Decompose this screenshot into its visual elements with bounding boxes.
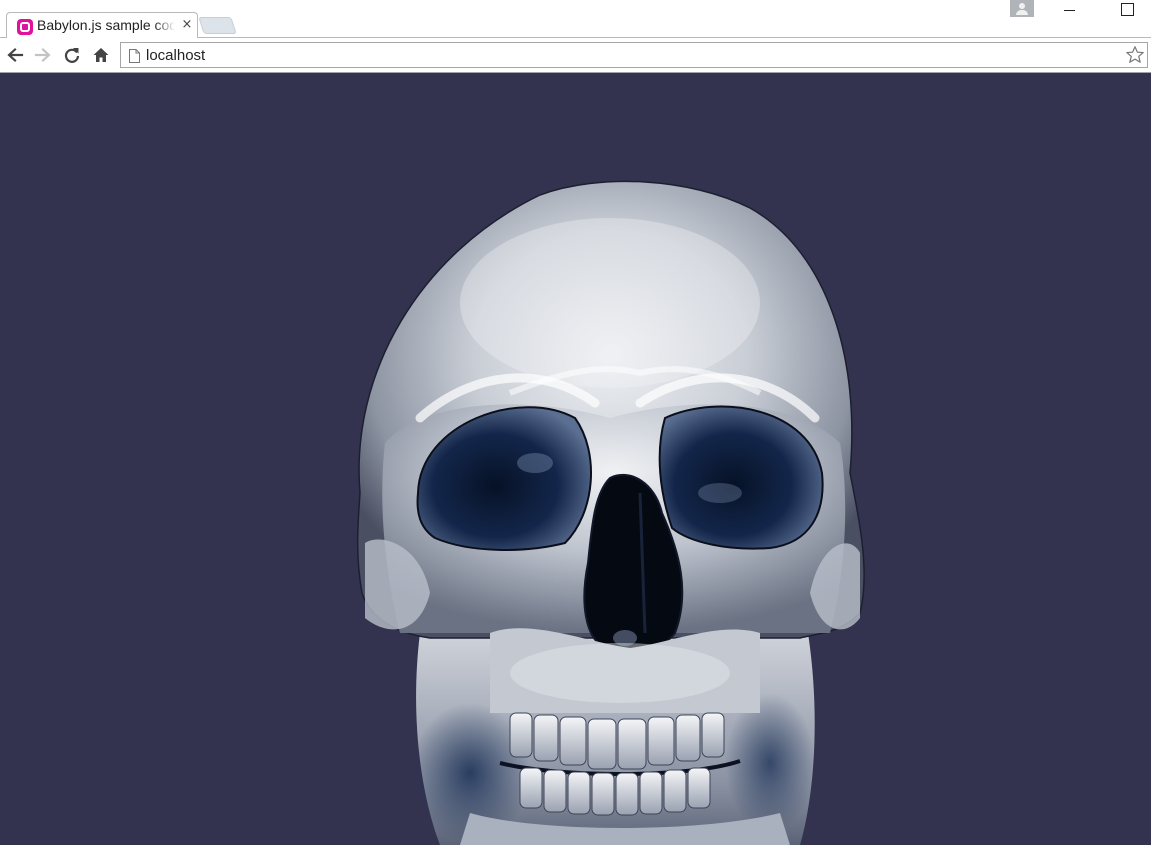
back-arrow-icon[interactable] <box>5 45 25 65</box>
address-input[interactable]: localhost <box>146 47 205 65</box>
page-icon <box>129 48 140 63</box>
toolbar: localhost <box>0 37 1151 73</box>
tab-active[interactable]: Babylon.js sample code × <box>6 12 198 38</box>
skull-scene <box>0 73 1151 845</box>
reload-icon[interactable] <box>62 45 82 65</box>
browser-chrome: Babylon.js sample code × localhost <box>0 0 1151 73</box>
forward-arrow-icon[interactable] <box>33 45 53 65</box>
tab-close-icon[interactable]: × <box>180 17 194 33</box>
home-icon[interactable] <box>91 45 111 65</box>
tab-title: Babylon.js sample code <box>37 17 175 33</box>
render-canvas[interactable] <box>0 73 1151 845</box>
star-icon[interactable] <box>1125 45 1145 65</box>
minimize-icon[interactable] <box>1063 2 1077 16</box>
forehead-highlight <box>460 218 760 388</box>
tab-strip: Babylon.js sample code × <box>0 0 1151 38</box>
new-tab-button[interactable] <box>198 17 237 34</box>
babylon-favicon-icon <box>17 19 33 35</box>
address-bar[interactable]: localhost <box>120 42 1148 68</box>
maximize-icon[interactable] <box>1121 3 1134 16</box>
profile-icon[interactable] <box>1010 0 1034 17</box>
